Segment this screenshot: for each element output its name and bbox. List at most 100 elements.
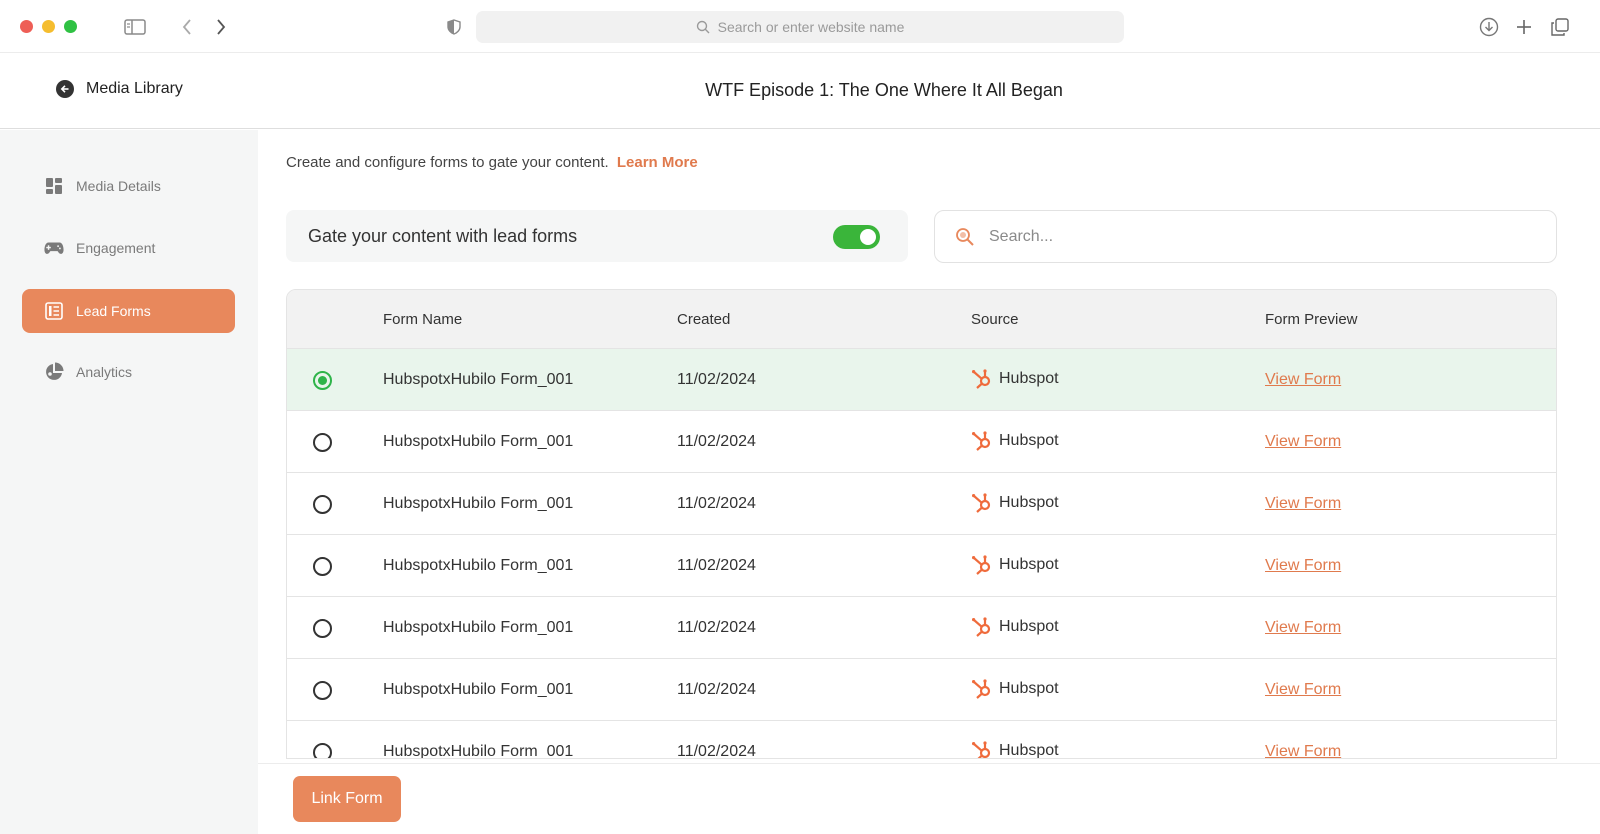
created-date-cell: 11/02/2024 xyxy=(677,743,756,759)
row-select-radio[interactable] xyxy=(313,557,332,576)
column-header-source[interactable]: Source xyxy=(971,311,1019,328)
table-row[interactable]: HubspotxHubilo Form_001 11/02/2024 Hubspot… xyxy=(287,534,1556,596)
tab-overview-icon[interactable] xyxy=(1547,14,1573,40)
table-row[interactable]: HubspotxHubilo Form_001 11/02/2024 Hubspot… xyxy=(287,410,1556,472)
source-name: Hubspot xyxy=(999,618,1059,635)
row-select-radio[interactable] xyxy=(313,495,332,514)
sidebar-item-label: Engagement xyxy=(76,240,156,256)
source-name: Hubspot xyxy=(999,370,1059,387)
link-form-button[interactable]: Link Form xyxy=(293,776,401,822)
created-date-cell: 11/02/2024 xyxy=(677,433,756,450)
source-cell: Hubspot xyxy=(971,740,1059,759)
table-row[interactable]: HubspotxHubilo Form_001 11/02/2024 Hubspot… xyxy=(287,658,1556,720)
view-form-link[interactable]: View Form xyxy=(1265,371,1341,389)
hubspot-logo-icon xyxy=(971,368,999,390)
sidebar-toggle-icon[interactable] xyxy=(122,14,148,40)
hubspot-logo-icon xyxy=(971,554,999,576)
view-form-link[interactable]: View Form xyxy=(1265,619,1341,637)
form-name-cell: HubspotxHubilo Form_001 xyxy=(383,433,574,450)
source-name: Hubspot xyxy=(999,494,1059,511)
table-row[interactable]: HubspotxHubilo Form_001 11/02/2024 Hubspot… xyxy=(287,348,1556,410)
created-date-cell: 11/02/2024 xyxy=(677,495,756,512)
search-icon xyxy=(696,20,710,34)
form-name-cell: HubspotxHubilo Form_001 xyxy=(383,557,574,574)
address-bar-placeholder: Search or enter website name xyxy=(717,19,905,35)
form-name-cell: HubspotxHubilo Form_001 xyxy=(383,371,574,388)
gate-content-toggle[interactable] xyxy=(833,225,880,249)
source-cell: Hubspot xyxy=(971,554,1059,576)
created-date-cell: 11/02/2024 xyxy=(677,371,756,388)
gamepad-icon xyxy=(44,238,64,258)
source-cell: Hubspot xyxy=(971,492,1059,514)
grid-icon xyxy=(44,176,64,196)
privacy-shield-icon[interactable] xyxy=(441,14,467,40)
sidebar-item-analytics[interactable]: Analytics xyxy=(22,350,235,394)
minimize-window-button[interactable] xyxy=(42,20,55,33)
row-select-radio[interactable] xyxy=(313,681,332,700)
hubspot-logo-icon xyxy=(971,430,999,452)
created-date-cell: 11/02/2024 xyxy=(677,557,756,574)
page-title: WTF Episode 1: The One Where It All Bega… xyxy=(705,80,1063,100)
app-header: Media Library WTF Episode 1: The One Whe… xyxy=(0,53,1600,129)
new-tab-icon[interactable] xyxy=(1511,14,1537,40)
view-form-link[interactable]: View Form xyxy=(1265,681,1341,699)
sidebar-item-media-details[interactable]: Media Details xyxy=(22,164,235,208)
table-row[interactable]: HubspotxHubilo Form_001 11/02/2024 Hubspot… xyxy=(287,472,1556,534)
source-cell: Hubspot xyxy=(971,678,1059,700)
sidebar-item-label: Analytics xyxy=(76,364,133,380)
table-row[interactable]: HubspotxHubilo Form_001 11/02/2024 Hubspot… xyxy=(287,596,1556,658)
pie-chart-icon xyxy=(44,362,64,382)
form-search-box xyxy=(934,210,1557,263)
sidebar-item-lead-forms[interactable]: Lead Forms xyxy=(22,289,235,333)
row-select-radio[interactable] xyxy=(313,433,332,452)
table-header: Form Name Created Source Form Preview xyxy=(287,290,1556,348)
form-name-cell: HubspotxHubilo Form_001 xyxy=(383,495,574,512)
hubspot-logo-icon xyxy=(971,616,999,638)
view-form-link[interactable]: View Form xyxy=(1265,495,1341,513)
row-select-radio[interactable] xyxy=(313,743,332,758)
view-form-link[interactable]: View Form xyxy=(1265,433,1341,451)
sidebar-item-engagement[interactable]: Engagement xyxy=(22,226,235,270)
intro-text: Create and configure forms to gate your … xyxy=(286,154,698,171)
form-icon xyxy=(44,301,64,321)
gate-content-panel: Gate your content with lead forms xyxy=(286,210,908,262)
form-name-cell: HubspotxHubilo Form_001 xyxy=(383,681,574,698)
sidebar-item-label: Lead Forms xyxy=(76,303,151,319)
row-select-radio[interactable] xyxy=(313,619,332,638)
hubspot-logo-icon xyxy=(971,678,999,700)
browser-toolbar: Search or enter website name xyxy=(0,0,1600,53)
sidebar-item-label: Media Details xyxy=(76,178,161,194)
download-icon[interactable] xyxy=(1476,14,1502,40)
created-date-cell: 11/02/2024 xyxy=(677,619,756,636)
hubspot-logo-icon xyxy=(971,740,999,758)
learn-more-link[interactable]: Learn More xyxy=(617,154,698,171)
view-form-link[interactable]: View Form xyxy=(1265,743,1341,758)
table-row[interactable]: HubspotxHubilo Form_001 11/02/2024 Hubspot… xyxy=(287,720,1556,759)
source-name: Hubspot xyxy=(999,742,1059,759)
column-header-created[interactable]: Created xyxy=(677,311,730,328)
column-header-form-name[interactable]: Form Name xyxy=(383,311,462,328)
source-name: Hubspot xyxy=(999,680,1059,697)
intro-description: Create and configure forms to gate your … xyxy=(286,154,609,171)
back-arrow-icon[interactable] xyxy=(174,14,200,40)
gate-content-label: Gate your content with lead forms xyxy=(308,225,578,246)
hubspot-logo-icon xyxy=(971,492,999,514)
maximize-window-button[interactable] xyxy=(64,20,77,33)
source-cell: Hubspot xyxy=(971,430,1059,452)
form-name-cell: HubspotxHubilo Form_001 xyxy=(383,619,574,636)
source-name: Hubspot xyxy=(999,432,1059,449)
row-select-radio[interactable] xyxy=(313,371,332,390)
form-name-cell: HubspotxHubilo Form_001 xyxy=(383,743,574,759)
bottom-action-bar: Link Form xyxy=(258,763,1600,834)
close-window-button[interactable] xyxy=(20,20,33,33)
view-form-link[interactable]: View Form xyxy=(1265,557,1341,575)
column-header-form-preview[interactable]: Form Preview xyxy=(1265,311,1358,328)
created-date-cell: 11/02/2024 xyxy=(677,681,756,698)
search-icon xyxy=(956,227,974,246)
source-cell: Hubspot xyxy=(971,368,1059,390)
address-bar[interactable]: Search or enter website name xyxy=(476,11,1124,43)
sidebar: Media Details Engagement Lead Forms Anal… xyxy=(0,130,258,834)
form-search-input[interactable] xyxy=(989,227,1549,246)
forward-arrow-icon[interactable] xyxy=(208,14,234,40)
toggle-knob xyxy=(860,229,876,245)
